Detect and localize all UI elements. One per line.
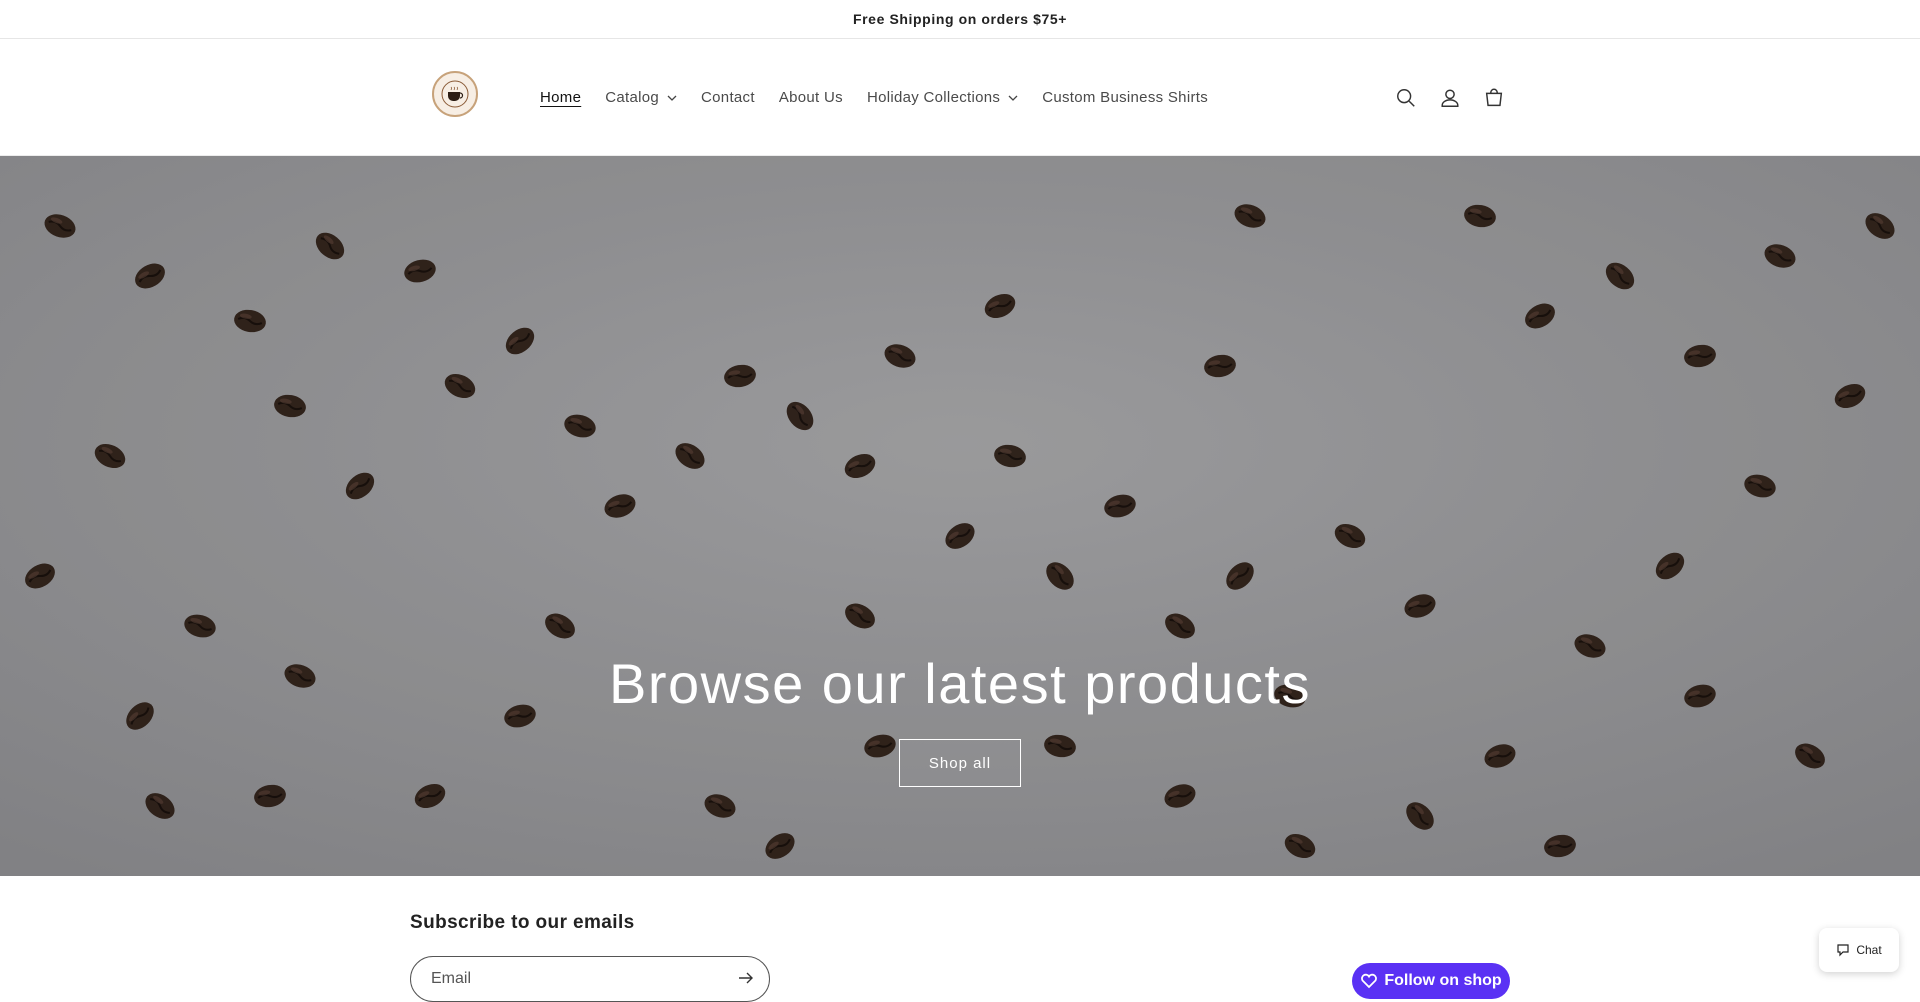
- arrow-right-icon[interactable]: [737, 969, 755, 987]
- shop-all-button[interactable]: Shop all: [899, 739, 1021, 787]
- announcement-text: Free Shipping on orders $75+: [852, 11, 1068, 27]
- nav-item-catalog[interactable]: Catalog: [605, 89, 677, 106]
- follow-label: Follow on shop: [1384, 972, 1502, 989]
- main-nav: Home Catalog Contact About Us Holiday Co…: [540, 39, 1232, 156]
- store-logo[interactable]: [432, 71, 478, 117]
- nav-item-holiday-collections[interactable]: Holiday Collections: [867, 89, 1018, 106]
- chat-label: Chat: [1856, 943, 1882, 957]
- nav-label: About Us: [778, 89, 843, 106]
- coffee-cup-icon: [441, 80, 469, 108]
- nav-label: Contact: [701, 89, 755, 106]
- nav-item-contact[interactable]: Contact: [701, 89, 755, 106]
- follow-on-shop-button[interactable]: Follow on shop: [1352, 963, 1510, 999]
- email-placeholder: Email: [431, 970, 472, 987]
- search-icon[interactable]: [1392, 84, 1420, 112]
- heart-icon: [1361, 973, 1378, 989]
- newsletter-section: Subscribe to our emails: [410, 912, 635, 934]
- nav-label: Catalog: [605, 89, 660, 106]
- hero-title: Browse our latest products: [609, 652, 1311, 715]
- hero-banner: Browse our latest products Shop all: [0, 156, 1920, 876]
- nav-item-home[interactable]: Home: [540, 89, 581, 106]
- newsletter-title: Subscribe to our emails: [410, 912, 635, 933]
- nav-label: Home: [540, 89, 582, 106]
- email-field[interactable]: Email: [410, 956, 770, 1002]
- chevron-down-icon: [667, 95, 677, 101]
- nav-item-custom-business-shirts[interactable]: Custom Business Shirts: [1042, 89, 1208, 106]
- site-header: Home Catalog Contact About Us Holiday Co…: [0, 39, 1920, 156]
- nav-item-about-us[interactable]: About Us: [779, 89, 843, 106]
- chat-button[interactable]: Chat: [1819, 928, 1899, 972]
- header-icons: [1392, 39, 1508, 156]
- chat-bubble-icon: [1837, 944, 1849, 957]
- nav-label: Custom Business Shirts: [1042, 89, 1209, 106]
- account-icon[interactable]: [1436, 84, 1464, 112]
- chevron-down-icon: [1008, 95, 1018, 101]
- announcement-bar: Free Shipping on orders $75+: [0, 0, 1920, 39]
- cart-icon[interactable]: [1480, 84, 1508, 112]
- nav-label: Holiday Collections: [866, 89, 1001, 106]
